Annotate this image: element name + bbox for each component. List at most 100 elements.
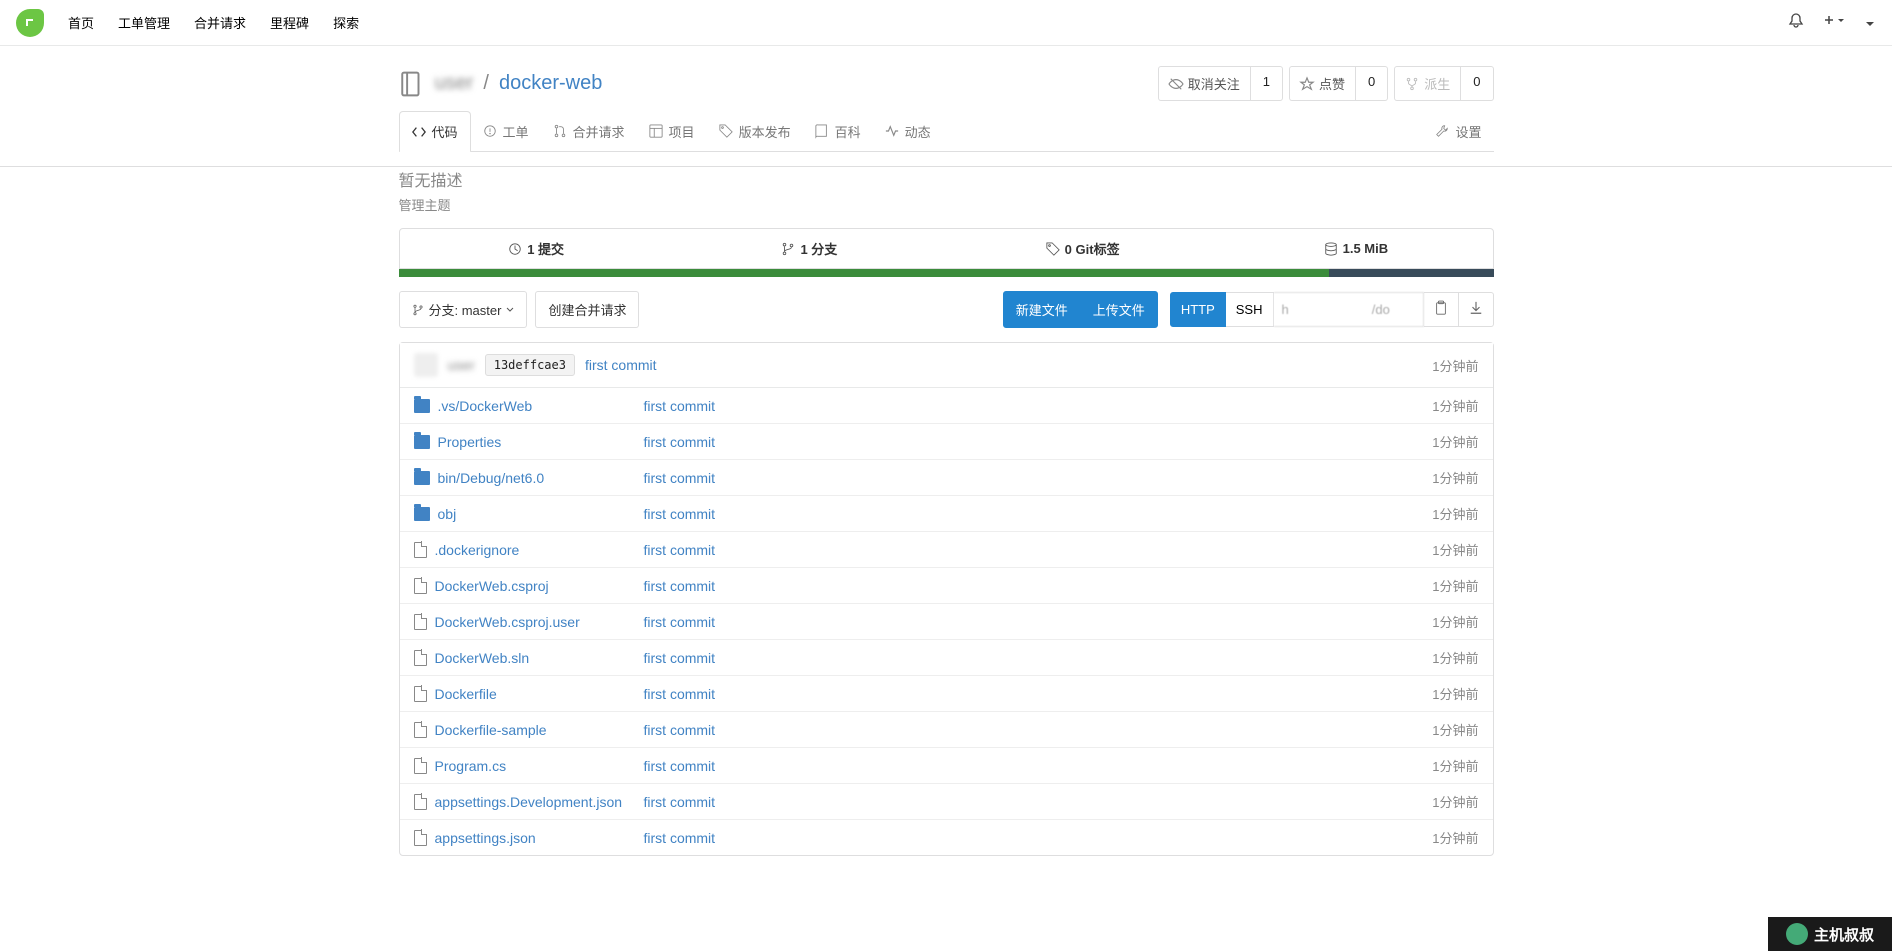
- manage-topics[interactable]: 管理主题: [399, 195, 1494, 214]
- star-button[interactable]: 点赞: [1289, 66, 1356, 101]
- file-link[interactable]: Properties: [438, 434, 502, 450]
- file-link[interactable]: bin/Debug/net6.0: [438, 470, 545, 486]
- file-commit-link[interactable]: first commit: [644, 578, 716, 594]
- code-icon: [412, 125, 426, 139]
- tab-activity[interactable]: 动态: [873, 111, 943, 151]
- notifications-icon[interactable]: [1788, 13, 1804, 32]
- file-time: 1分钟前: [1432, 432, 1478, 451]
- issue-icon: [483, 124, 497, 138]
- create-dropdown[interactable]: [1824, 14, 1844, 31]
- top-navbar: 首页 工单管理 合并请求 里程碑 探索: [0, 0, 1892, 46]
- stat-tags[interactable]: 0 Git标签: [946, 229, 1219, 268]
- tab-code[interactable]: 代码: [399, 111, 471, 152]
- file-commit-link[interactable]: first commit: [644, 470, 716, 486]
- file-icon: [414, 650, 427, 666]
- download-button[interactable]: [1459, 292, 1494, 327]
- commit-message[interactable]: first commit: [585, 357, 657, 373]
- repo-sep: /: [483, 72, 489, 95]
- table-row: DockerWeb.csprojfirst commit1分钟前: [400, 568, 1493, 604]
- file-commit-link[interactable]: first commit: [644, 434, 716, 450]
- tab-releases[interactable]: 版本发布: [707, 111, 803, 151]
- nav-issues[interactable]: 工单管理: [118, 13, 170, 32]
- branch-icon: [781, 242, 795, 256]
- nav-milestones[interactable]: 里程碑: [270, 13, 309, 32]
- file-table: user 13deffcae3 first commit 1分钟前 .vs/Do…: [399, 342, 1494, 856]
- fork-count[interactable]: 0: [1461, 66, 1493, 101]
- new-file-button[interactable]: 新建文件: [1003, 291, 1081, 328]
- table-row: objfirst commit1分钟前: [400, 496, 1493, 532]
- table-row: appsettings.Development.json first commit…: [400, 784, 1493, 820]
- file-commit-link[interactable]: first commit: [644, 506, 716, 522]
- file-link[interactable]: .dockerignore: [435, 542, 520, 558]
- file-link[interactable]: Dockerfile-sample: [435, 722, 547, 738]
- folder-icon: [414, 399, 430, 413]
- nav-home[interactable]: 首页: [68, 13, 94, 32]
- file-commit-link[interactable]: first commit: [644, 722, 716, 738]
- watch-count[interactable]: 1: [1251, 66, 1283, 101]
- file-link[interactable]: DockerWeb.csproj: [435, 578, 549, 594]
- repo-name[interactable]: docker-web: [499, 72, 602, 95]
- file-commit-link[interactable]: first commit: [644, 794, 716, 810]
- commit-author[interactable]: user: [448, 357, 475, 373]
- tab-issues[interactable]: 工单: [471, 111, 541, 151]
- watermark: 主机叔叔: [1768, 917, 1892, 951]
- file-commit-link[interactable]: first commit: [644, 758, 716, 774]
- site-logo[interactable]: [16, 9, 44, 37]
- unwatch-button[interactable]: 取消关注: [1158, 66, 1251, 101]
- nav-explore[interactable]: 探索: [333, 13, 359, 32]
- user-dropdown[interactable]: [1864, 15, 1876, 31]
- chevron-down-icon: [506, 307, 514, 313]
- repo-description: 暂无描述: [399, 167, 1494, 191]
- file-time: 1分钟前: [1432, 396, 1478, 415]
- tab-pulls[interactable]: 合并请求: [541, 111, 637, 151]
- file-commit-link[interactable]: first commit: [644, 686, 716, 702]
- clone-url-input[interactable]: [1274, 292, 1424, 327]
- file-link[interactable]: appsettings.Development.json: [435, 794, 623, 810]
- file-link[interactable]: DockerWeb.sln: [435, 650, 530, 666]
- table-row: .vs/DockerWeb first commit 1分钟前: [400, 388, 1493, 424]
- tag-icon: [1046, 242, 1060, 256]
- file-link[interactable]: Program.cs: [435, 758, 507, 774]
- table-row: Properties first commit 1分钟前: [400, 424, 1493, 460]
- table-row: .dockerignorefirst commit1分钟前: [400, 532, 1493, 568]
- tab-wiki[interactable]: 百科: [803, 111, 873, 151]
- file-link[interactable]: DockerWeb.csproj.user: [435, 614, 580, 630]
- stat-commits[interactable]: 1 提交: [400, 229, 673, 268]
- tab-settings[interactable]: 设置: [1423, 111, 1493, 151]
- eye-slash-icon: [1169, 77, 1183, 91]
- file-time: 1分钟前: [1432, 756, 1478, 775]
- repo-tabs: 代码 工单 合并请求 项目 版本发布 百科 动态 设置: [399, 111, 1494, 152]
- clipboard-icon: [1434, 301, 1448, 315]
- folder-icon: [414, 507, 430, 521]
- file-commit-link[interactable]: first commit: [644, 650, 716, 666]
- repo-owner[interactable]: user: [435, 72, 474, 95]
- file-link[interactable]: Dockerfile: [435, 686, 497, 702]
- file-commit-link[interactable]: first commit: [644, 614, 716, 630]
- file-link[interactable]: obj: [438, 506, 457, 522]
- file-time: 1分钟前: [1432, 648, 1478, 667]
- avatar[interactable]: [414, 353, 438, 377]
- file-commit-link[interactable]: first commit: [644, 542, 716, 558]
- fork-button[interactable]: 派生: [1394, 66, 1461, 101]
- star-count[interactable]: 0: [1356, 66, 1388, 101]
- tab-projects[interactable]: 项目: [637, 111, 707, 151]
- file-time: 1分钟前: [1432, 792, 1478, 811]
- new-pr-button[interactable]: 创建合并请求: [535, 291, 639, 328]
- clone-ssh-button[interactable]: SSH: [1226, 292, 1274, 327]
- file-commit-link[interactable]: first commit: [644, 398, 716, 414]
- copy-url-button[interactable]: [1424, 292, 1459, 327]
- nav-pulls[interactable]: 合并请求: [194, 13, 246, 32]
- download-icon: [1469, 301, 1483, 315]
- tools-icon: [1435, 124, 1449, 138]
- file-link[interactable]: appsettings.json: [435, 830, 536, 846]
- upload-file-button[interactable]: 上传文件: [1080, 291, 1158, 328]
- tag-icon: [719, 124, 733, 138]
- clone-http-button[interactable]: HTTP: [1170, 292, 1226, 327]
- file-commit-link[interactable]: first commit: [644, 830, 716, 846]
- file-icon: [414, 542, 427, 558]
- stat-branches[interactable]: 1 分支: [673, 229, 946, 268]
- file-icon: [414, 758, 427, 774]
- file-link[interactable]: .vs/DockerWeb: [438, 398, 533, 414]
- commit-sha[interactable]: 13deffcae3: [485, 354, 575, 376]
- branch-dropdown[interactable]: 分支: master: [399, 291, 528, 328]
